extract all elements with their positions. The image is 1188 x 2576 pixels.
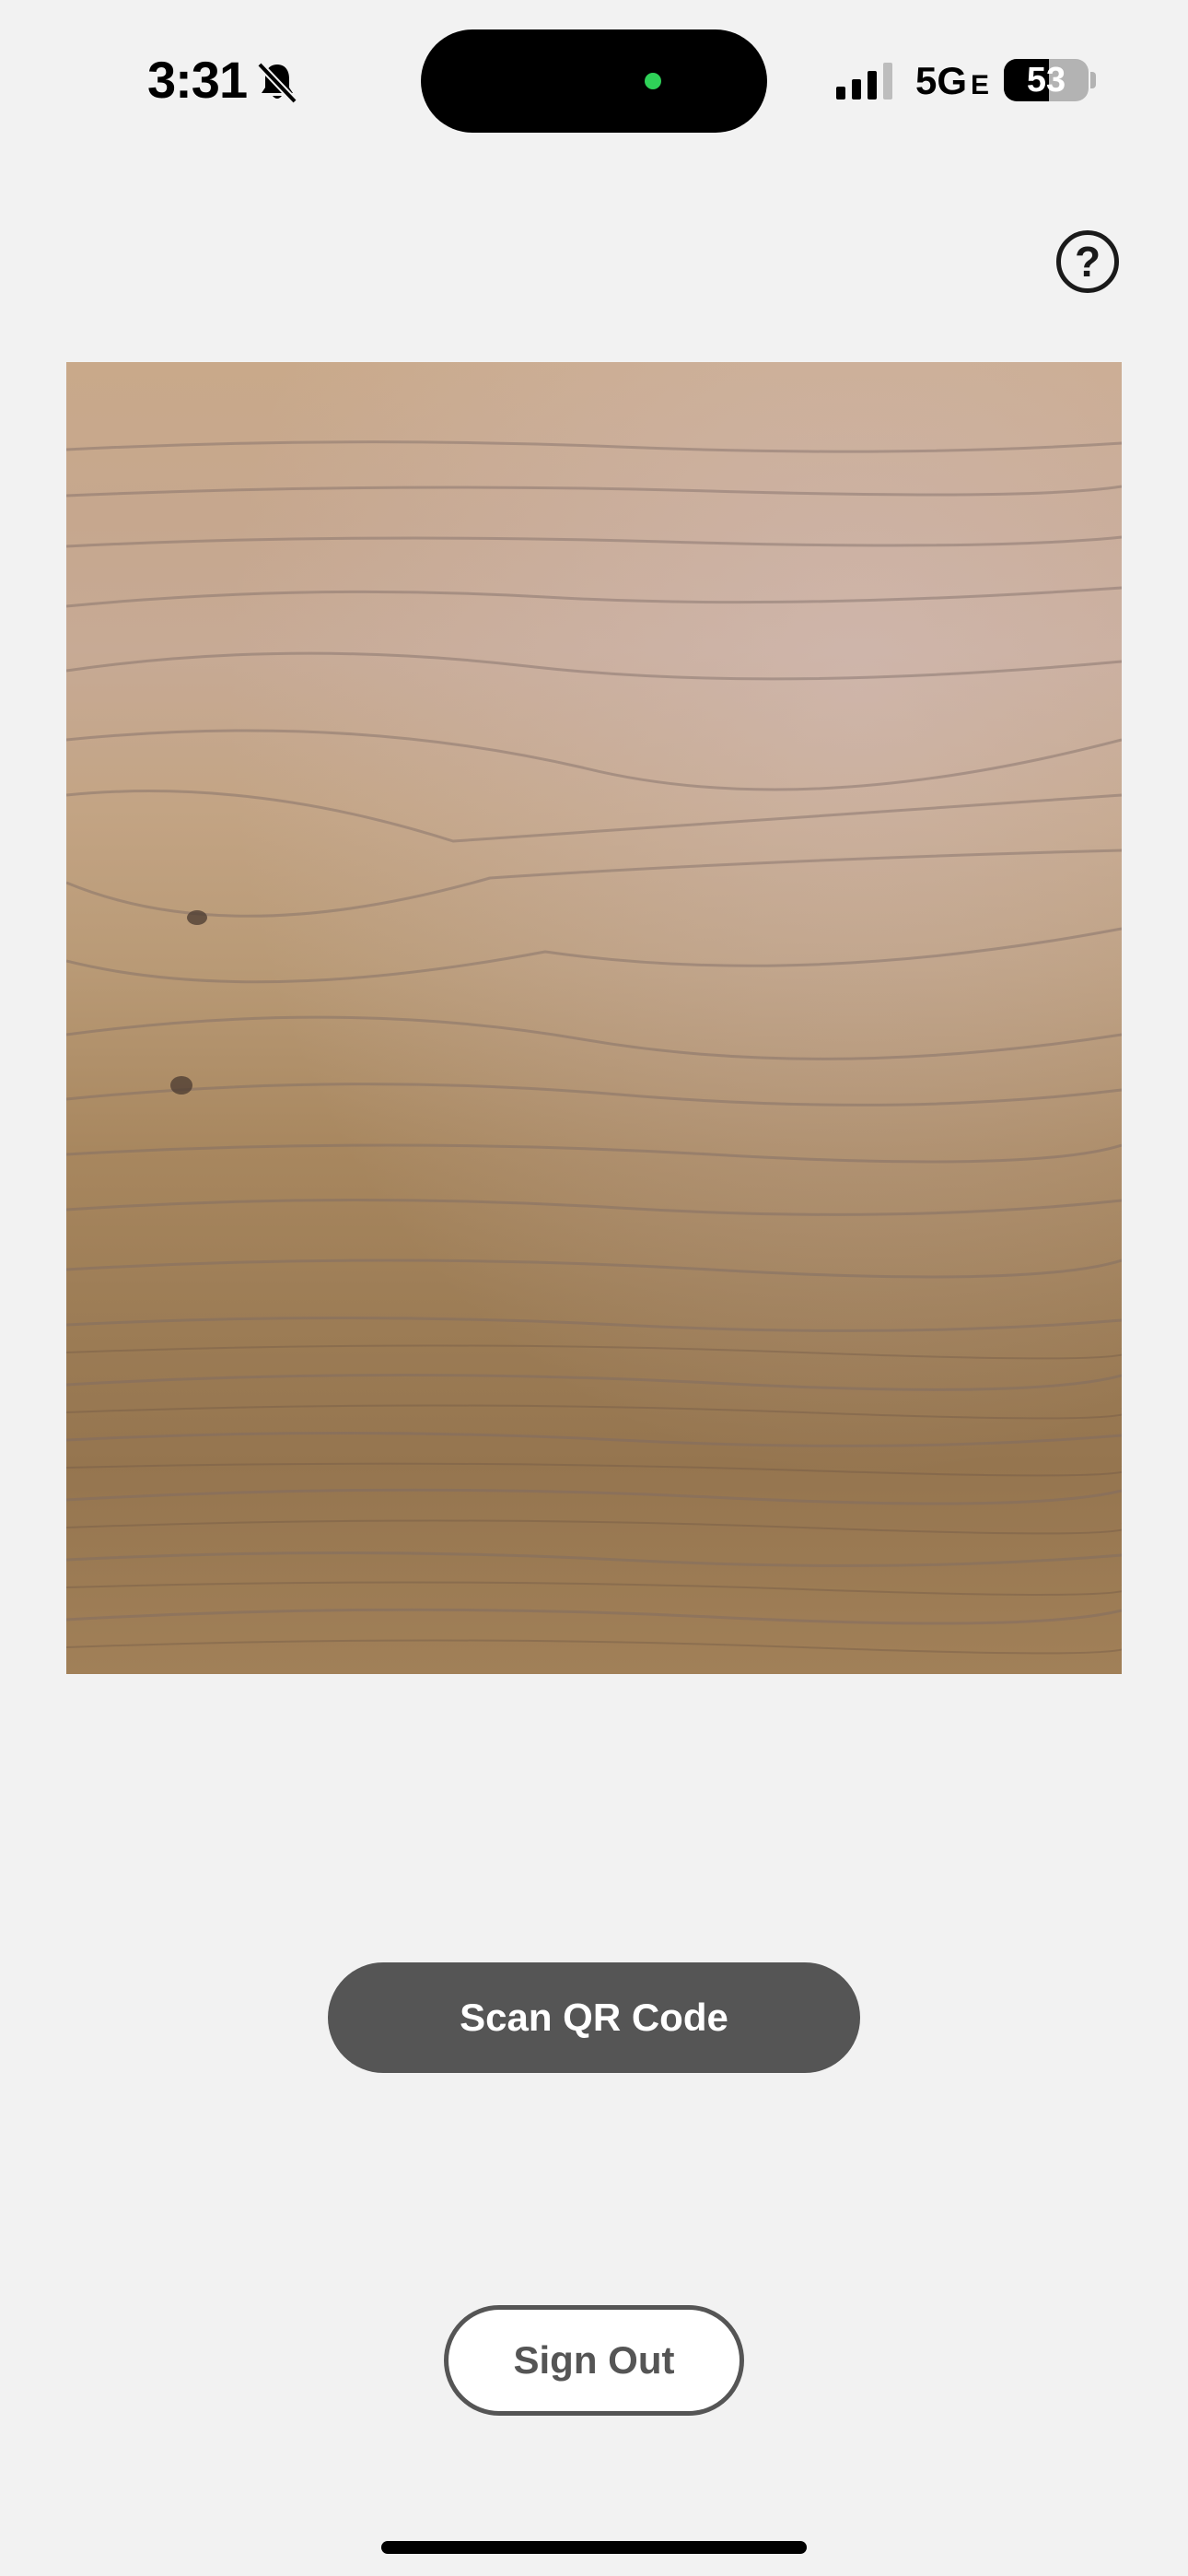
scan-qr-code-button[interactable]: Scan QR Code — [328, 1962, 860, 2073]
home-indicator[interactable] — [381, 2541, 807, 2554]
cellular-signal-icon — [836, 63, 892, 100]
question-circle-icon: ? — [1074, 238, 1101, 286]
battery-icon: 53 — [1004, 59, 1089, 101]
network-label: 5G — [915, 59, 968, 102]
help-button[interactable]: ? — [1056, 230, 1119, 293]
camera-feed-image — [66, 362, 1122, 1674]
network-type: 5G E — [915, 53, 989, 113]
dynamic-island — [421, 29, 767, 133]
battery-level: 53 — [1026, 61, 1066, 100]
sign-out-button[interactable]: Sign Out — [444, 2305, 744, 2416]
sign-out-label: Sign Out — [513, 2338, 675, 2382]
status-time: 3:31 — [147, 51, 248, 109]
battery-cap — [1090, 72, 1096, 88]
camera-in-use-indicator — [645, 73, 661, 89]
scan-qr-code-label: Scan QR Code — [460, 1996, 728, 2039]
camera-preview — [66, 362, 1122, 1674]
network-suffix: E — [971, 70, 990, 100]
bell-slash-icon — [257, 62, 297, 104]
